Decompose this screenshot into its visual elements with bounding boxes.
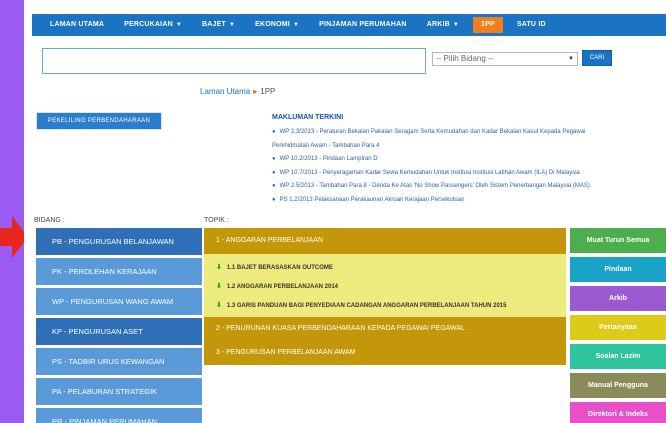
- bullet-icon: ●: [272, 156, 276, 162]
- bidang-select[interactable]: -- Pilih Bidang -- ▼: [432, 52, 578, 66]
- topik-subitem[interactable]: ⬇ 1.2 ANGGARAN PERBELANJAAN 2014: [216, 277, 566, 296]
- news-item[interactable]: ● WP 2.5/2013 - Tambahan Para 8 - Denda K…: [272, 180, 664, 194]
- manual-pengguna-button[interactable]: Manual Pengguna: [570, 373, 666, 398]
- news-item[interactable]: ● WP 10.7/2013 - Penyeragaman Kadar Sewa …: [272, 167, 664, 181]
- arkib-button[interactable]: Arkib: [570, 286, 666, 311]
- pekeliling-perbendaharaan-button[interactable]: PEKELILING PERBENDAHARAAN: [36, 112, 162, 130]
- download-arrow-icon: ⬇: [216, 264, 222, 271]
- bidang-item-kp[interactable]: KP - PENGURUSAN ASET: [36, 318, 202, 345]
- topik-panel: 1 - ANGGARAN PERBELANJAAN ⬇ 1.1 BAJET BER…: [204, 228, 566, 365]
- soalan-lazim-button[interactable]: Soalan Lazim: [570, 344, 666, 369]
- news-item[interactable]: ● PS 1.2/2013 Pelaksanaan Perakaunan Akru…: [272, 194, 664, 208]
- download-arrow-icon: ⬇: [216, 283, 222, 290]
- news-item-continuation[interactable]: Perkhidmatan Awam - Tambahan Para 4: [272, 140, 664, 154]
- topik-label: TOPIK :: [204, 217, 229, 224]
- direktori-indeks-button[interactable]: Direktori & Indeks: [570, 402, 666, 423]
- nav-bajet[interactable]: BAJET ▼: [192, 14, 245, 36]
- bidang-item-pb[interactable]: PB - PENGURUSAN BELANJAWAN: [36, 228, 202, 255]
- breadcrumb: Laman Utama ▸ 1PP: [200, 87, 275, 96]
- bullet-icon: ●: [272, 183, 276, 189]
- bidang-label: BIDANG :: [34, 217, 65, 224]
- topik-subitem[interactable]: ⬇ 1.3 GARIS PANDUAN BAGI PENYEDIAAN CADAN…: [216, 296, 566, 315]
- bidang-item-pk[interactable]: PK - PEROLEHAN KERAJAAN: [36, 258, 202, 285]
- breadcrumb-separator-icon: ▸: [253, 87, 258, 96]
- topik-heading-3[interactable]: 3 - PENGURUSAN PERBELANJAAN AWAM: [204, 341, 566, 365]
- bidang-item-pa[interactable]: PA - PELABURAN STRATEGIK: [36, 378, 202, 405]
- news-item[interactable]: ● WP 10.2/2013 - Pindaan Lampiran D: [272, 153, 664, 167]
- bidang-item-ps[interactable]: PS - TADBIR URUS KEWANGAN: [36, 348, 202, 375]
- search-button[interactable]: CARI: [582, 50, 612, 66]
- pertanyaan-button[interactable]: Pertanyaan: [570, 315, 666, 340]
- pindaan-button[interactable]: Pindaan: [570, 257, 666, 282]
- bidang-item-wp[interactable]: WP - PENGURUSAN WANG AWAM: [36, 288, 202, 315]
- nav-arkib[interactable]: ARKIB ▼: [417, 14, 469, 36]
- news-item[interactable]: ● WP 2.3/2013 - Peraturan Bekalan Pakaian…: [272, 126, 664, 140]
- news-list: ● WP 2.3/2013 - Peraturan Bekalan Pakaian…: [272, 126, 664, 207]
- bullet-icon: ●: [272, 129, 276, 135]
- caret-down-icon: ▼: [452, 22, 459, 28]
- top-navbar: LAMAN UTAMA PERCUKAIAN ▼ BAJET ▼ EKONOMI ▼ …: [32, 14, 666, 36]
- download-arrow-icon: ⬇: [216, 302, 222, 309]
- bullet-icon: ●: [272, 169, 276, 176]
- side-buttons: Muat Turun Semua Pindaan Arkib Pertanyaa…: [570, 228, 666, 423]
- breadcrumb-home-link[interactable]: Laman Utama: [200, 87, 250, 96]
- topik-heading-2[interactable]: 2 - PENURUNAN KUASA PERBENDAHARAAN KEPAD…: [204, 317, 566, 341]
- topik-subitems: ⬇ 1.1 BAJET BERASASKAN OUTCOME ⬇ 1.2 ANGGA…: [204, 254, 566, 317]
- nav-percukaian[interactable]: PERCUKAIAN ▼: [114, 14, 192, 36]
- chevron-down-icon: ▼: [568, 56, 574, 62]
- bullet-icon: ●: [272, 196, 276, 203]
- search-input[interactable]: [42, 48, 426, 74]
- topik-subitem[interactable]: ⬇ 1.1 BAJET BERASASKAN OUTCOME: [216, 258, 566, 277]
- muat-turun-semua-button[interactable]: Muat Turun Semua: [570, 228, 666, 253]
- page: LAMAN UTAMA PERCUKAIAN ▼ BAJET ▼ EKONOMI ▼ …: [24, 0, 666, 423]
- nav-ekonomi[interactable]: EKONOMI ▼: [245, 14, 309, 36]
- caret-down-icon: ▼: [228, 22, 236, 28]
- breadcrumb-current: 1PP: [260, 87, 276, 96]
- makluman-terkini-title: MAKLUMAN TERKINI: [272, 114, 344, 121]
- nav-laman-utama[interactable]: LAMAN UTAMA: [40, 14, 114, 36]
- bidang-list: PB - PENGURUSAN BELANJAWAN PK - PEROLEHA…: [36, 228, 202, 423]
- topik-heading-1[interactable]: 1 - ANGGARAN PERBELANJAAN: [204, 228, 566, 254]
- nav-1pp[interactable]: 1PP: [473, 17, 503, 33]
- caret-down-icon: ▼: [175, 22, 182, 28]
- nav-satu-id[interactable]: SATU ID: [507, 14, 556, 36]
- caret-down-icon: ▼: [292, 22, 300, 28]
- nav-pinjaman-perumahan[interactable]: PINJAMAN PERUMAHAN: [309, 14, 417, 36]
- bidang-item-pr[interactable]: PR - PINJAMAN PERUMAHAN: [36, 408, 202, 423]
